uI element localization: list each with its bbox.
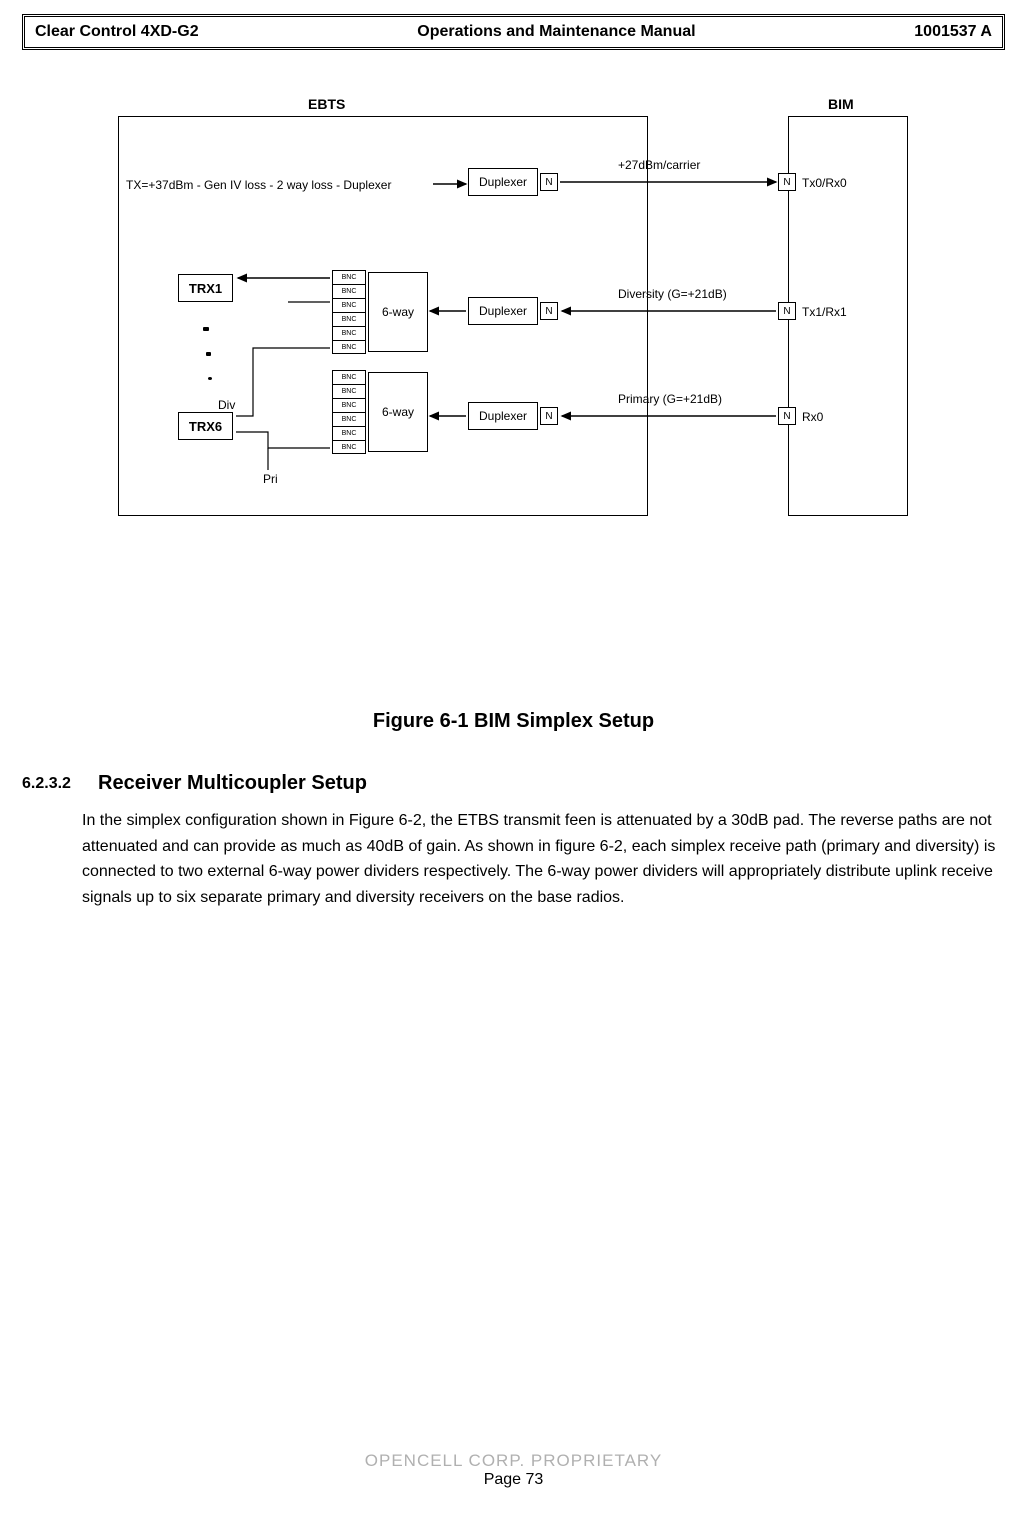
ebts-label: EBTS bbox=[308, 96, 345, 112]
sixway-bot: 6-way bbox=[368, 372, 428, 452]
bnc-port: BNC bbox=[332, 440, 366, 454]
bnc-port: BNC bbox=[332, 284, 366, 298]
header-left: Clear Control 4XD-G2 bbox=[35, 23, 199, 41]
diversity-label: Diversity (G=+21dB) bbox=[618, 287, 727, 301]
duplexer-bot: Duplexer bbox=[468, 402, 538, 430]
diagram-bim-simplex: EBTS BIM TX=+37dBm - Gen IV loss - 2 way… bbox=[118, 102, 938, 542]
header-center: Operations and Maintenance Manual bbox=[417, 23, 695, 41]
primary-label: Primary (G=+21dB) bbox=[618, 392, 722, 406]
pri-label: Pri bbox=[263, 472, 278, 486]
tx1rx1-label: Tx1/Rx1 bbox=[802, 305, 847, 319]
bnc-port: BNC bbox=[332, 270, 366, 284]
duplexer-top: Duplexer bbox=[468, 168, 538, 196]
ellipsis-dot bbox=[206, 352, 211, 356]
document-header: Clear Control 4XD-G2 Operations and Main… bbox=[22, 14, 1005, 50]
trx1-box: TRX1 bbox=[178, 274, 233, 302]
sixway-top: 6-way bbox=[368, 272, 428, 352]
bim-n-mid: N bbox=[778, 302, 796, 320]
p27-label: +27dBm/carrier bbox=[618, 158, 700, 172]
bnc-port: BNC bbox=[332, 412, 366, 426]
tx0rx0-label: Tx0/Rx0 bbox=[802, 176, 847, 190]
bim-n-top: N bbox=[778, 173, 796, 191]
bnc-port: BNC bbox=[332, 370, 366, 384]
bnc-stack-top: BNC BNC BNC BNC BNC BNC bbox=[332, 270, 366, 354]
rx0-label: Rx0 bbox=[802, 410, 823, 424]
footer-proprietary: OPENCELL CORP. PROPRIETARY bbox=[0, 1451, 1027, 1471]
duplexer-mid: Duplexer bbox=[468, 297, 538, 325]
bnc-port: BNC bbox=[332, 312, 366, 326]
ellipsis-dot bbox=[208, 377, 212, 380]
bim-n-bot: N bbox=[778, 407, 796, 425]
bnc-port: BNC bbox=[332, 426, 366, 440]
bnc-port: BNC bbox=[332, 398, 366, 412]
section-title: Receiver Multicoupler Setup bbox=[98, 772, 367, 795]
bnc-port: BNC bbox=[332, 326, 366, 340]
tx-label: TX=+37dBm - Gen IV loss - 2 way loss - D… bbox=[126, 178, 391, 192]
n-port-top: N bbox=[540, 173, 558, 191]
n-port-mid: N bbox=[540, 302, 558, 320]
footer-page: Page 73 bbox=[0, 1471, 1027, 1489]
trx6-box: TRX6 bbox=[178, 412, 233, 440]
section-body: In the simplex configuration shown in Fi… bbox=[82, 808, 997, 910]
section-number: 6.2.3.2 bbox=[22, 775, 71, 793]
bim-label: BIM bbox=[828, 96, 854, 112]
bnc-port: BNC bbox=[332, 384, 366, 398]
header-right: 1001537 A bbox=[914, 23, 992, 41]
bnc-port: BNC bbox=[332, 298, 366, 312]
div-label: Div bbox=[218, 398, 235, 412]
n-port-bot: N bbox=[540, 407, 558, 425]
bnc-stack-bot: BNC BNC BNC BNC BNC BNC bbox=[332, 370, 366, 454]
page-footer: OPENCELL CORP. PROPRIETARY Page 73 bbox=[0, 1451, 1027, 1489]
figure-caption: Figure 6-1 BIM Simplex Setup bbox=[0, 710, 1027, 733]
bnc-port: BNC bbox=[332, 340, 366, 354]
ellipsis-dot bbox=[203, 327, 209, 331]
